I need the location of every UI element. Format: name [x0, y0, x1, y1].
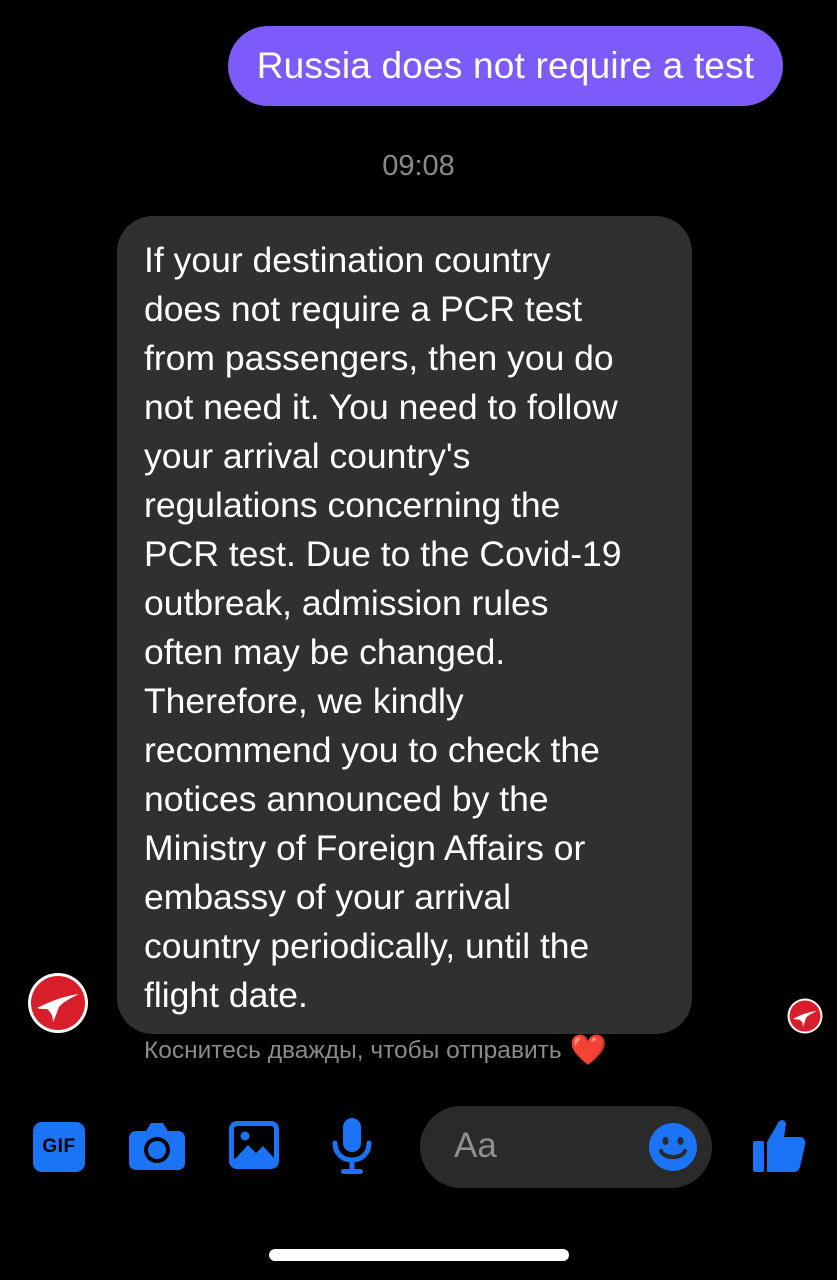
sender-avatar[interactable]	[27, 972, 89, 1034]
received-message-line: recommend you to check the	[144, 730, 600, 770]
received-message-line: from passengers, then you do	[144, 338, 614, 378]
double-tap-hint-text: Коснитесь дважды, чтобы отправить	[144, 1037, 562, 1064]
read-receipt-avatar	[787, 998, 823, 1034]
gif-label: GIF	[42, 1136, 76, 1157]
gif-icon[interactable]: GIF	[33, 1122, 85, 1172]
received-message-line: often may be changed.	[144, 632, 506, 672]
received-message-line: notices announced by the	[144, 779, 549, 819]
sent-message-bubble[interactable]: Russia does not require a test	[228, 26, 783, 106]
microphone-icon[interactable]	[330, 1117, 374, 1175]
camera-icon[interactable]	[128, 1119, 186, 1171]
image-icon[interactable]	[228, 1120, 280, 1170]
received-message-line: Ministry of Foreign Affairs or	[144, 828, 586, 868]
received-message-line: outbreak, admission rules	[144, 583, 549, 623]
double-tap-hint: Коснитесь дважды, чтобы отправить ❤️	[144, 1036, 607, 1066]
message-composer[interactable]: Aa	[420, 1106, 712, 1188]
received-message-line: does not require a PCR test	[144, 289, 583, 329]
heart-icon[interactable]: ❤️	[570, 1036, 607, 1066]
thumbs-up-icon[interactable]	[752, 1117, 806, 1173]
received-message-line: country periodically, until the	[144, 926, 590, 966]
received-message-line: your arrival country's	[144, 436, 471, 476]
received-message-line: not need it. You need to follow	[144, 387, 618, 427]
sent-message-text: Russia does not require a test	[256, 45, 755, 86]
received-message-line: flight date.	[144, 975, 308, 1015]
received-message-line: If your destination country	[144, 240, 551, 280]
home-indicator[interactable]	[269, 1249, 569, 1261]
received-message-line: regulations concerning the	[144, 485, 561, 525]
received-message-line: Therefore, we kindly	[144, 681, 464, 721]
received-message-bubble[interactable]: If your destination country does not req…	[117, 216, 692, 1034]
message-input-placeholder[interactable]: Aa	[454, 1126, 497, 1166]
received-message-line: PCR test. Due to the Covid-19	[144, 534, 622, 574]
received-message-line: embassy of your arrival	[144, 877, 511, 917]
emoji-icon[interactable]	[648, 1122, 698, 1172]
message-timestamp: 09:08	[382, 150, 455, 182]
